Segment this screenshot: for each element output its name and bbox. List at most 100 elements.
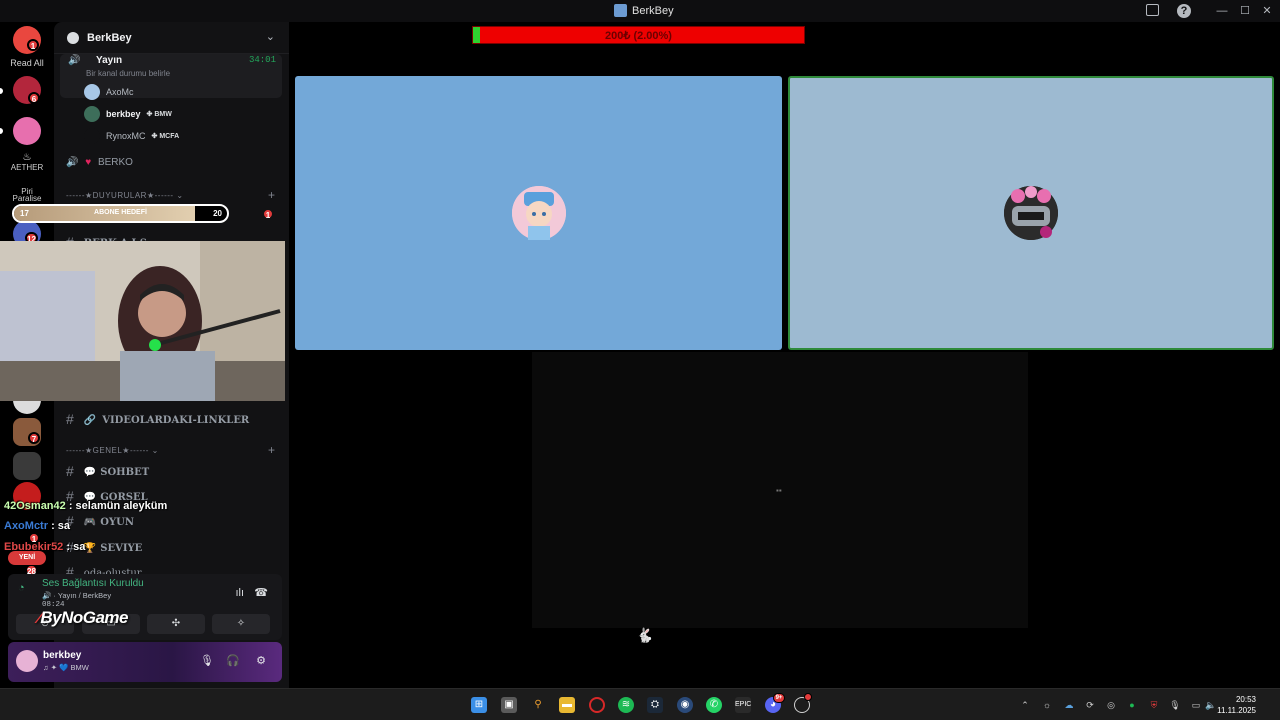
read-all-link[interactable]: Read All <box>6 58 48 68</box>
heart-icon: ♥ <box>85 157 92 168</box>
video-tile-berkbey[interactable] <box>788 76 1274 350</box>
server-aether-text: AETHER <box>10 163 44 172</box>
donation-text: 200₺ (2.00%) <box>605 30 672 42</box>
username[interactable]: berkbey <box>43 650 81 661</box>
server-aether-label[interactable]: ♨ AETHER <box>8 152 46 172</box>
donation-goal-bar: 200₺ (2.00%) <box>472 26 805 44</box>
gear-icon[interactable]: ⚙ <box>254 654 268 668</box>
network-app-icon[interactable]: ◎ <box>1105 699 1117 711</box>
signal-icon[interactable]: ◔ <box>18 582 25 594</box>
help-icon[interactable]: ? <box>1177 4 1191 18</box>
voice-member[interactable]: berkbey ✤ BMW <box>84 106 172 122</box>
microphone-icon[interactable]: 🎙 <box>200 654 214 668</box>
gamepad-icon: 🎮 <box>83 517 97 528</box>
server-m-badge: 6 <box>28 92 40 104</box>
user-panel: berkbey ♫ ✦ 💙 BMW 🎙 🎧 ⚙ <box>8 642 282 682</box>
link-icon: 🔗 <box>83 415 97 426</box>
close-icon[interactable]: ✕ <box>1260 4 1274 18</box>
user-status-text: BMW <box>70 663 89 672</box>
epic-games-icon[interactable]: EPIC <box>735 697 751 713</box>
channel-oyun[interactable]: # 🎮 OYUN <box>66 513 134 529</box>
screen: BerkBey ? — ☐ ✕ 1 Read All 6 ♨ AETHER Pi… <box>0 0 1280 720</box>
channel-seviye-label: SEVIYE <box>100 543 143 554</box>
bynogame-text: ByNoGame <box>40 608 128 627</box>
soundboard-button[interactable]: ✧ <box>212 614 270 634</box>
hash-icon: # <box>66 463 74 479</box>
chevron-down-icon[interactable]: ⌄ <box>266 30 275 43</box>
inbox-icon[interactable] <box>1146 4 1159 16</box>
channel-links[interactable]: # 🔗 VIDEOLARDAKI-LINKLER <box>66 411 249 427</box>
sync-icon[interactable]: ⟳ <box>1084 699 1096 711</box>
server-piri-label[interactable]: Piri Paralise <box>8 188 46 203</box>
guild-header[interactable]: BerkBey ⌄ <box>54 22 289 54</box>
category-genel-label: ------★GENEL★------ <box>66 446 149 455</box>
maximize-icon[interactable]: ☐ <box>1238 4 1252 18</box>
server-berkbey-icon[interactable] <box>13 117 41 145</box>
headphones-icon[interactable]: 🎧 <box>226 654 240 668</box>
task-view-icon[interactable]: ▣ <box>501 697 517 713</box>
category-genel[interactable]: ------★GENEL★------ ⌄ <box>66 446 159 455</box>
cloud-icon[interactable]: ☁ <box>1063 699 1075 711</box>
webcam-overlay <box>0 241 285 401</box>
voice-channel-name: Yayın <box>96 55 123 66</box>
spotify-icon[interactable]: ≋ <box>618 697 634 713</box>
voice-status[interactable]: Ses Bağlantısı Kuruldu <box>42 578 144 589</box>
obs-icon[interactable]: ◉ <box>677 697 693 713</box>
app-icon <box>614 4 627 17</box>
avatar <box>84 84 100 100</box>
noise-suppression-icon[interactable]: ılı <box>235 587 244 599</box>
add-channel-icon[interactable]: + <box>268 443 275 457</box>
goal-label: ABONE HEDEFİ <box>94 209 147 216</box>
search-icon[interactable]: ⚲ <box>530 697 546 713</box>
shield-icon[interactable]: ⛨ <box>1148 699 1160 711</box>
home-badge: 1 <box>27 39 39 51</box>
member-tag-text: BMW <box>154 111 172 118</box>
stream-icon: ▪▪ <box>776 486 782 495</box>
avatar[interactable] <box>16 650 38 672</box>
member-tag: ✤ BMW <box>146 111 172 118</box>
window-title-bar: BerkBey ? — ☐ ✕ <box>0 0 1280 22</box>
add-channel-icon[interactable]: + <box>268 188 275 202</box>
disconnect-icon[interactable]: ☎ <box>254 586 268 599</box>
brightness-icon[interactable]: ☼ <box>1041 699 1053 711</box>
chat-text: sa <box>73 541 86 553</box>
category-duyurular[interactable]: ------★DUYURULAR★------ ⌄ <box>66 191 184 200</box>
start-icon[interactable]: ⊞ <box>471 697 487 713</box>
chat-user: 42Osman42 <box>4 500 66 512</box>
avatar-image <box>511 186 566 240</box>
user-status[interactable]: ♫ ✦ 💙 BMW <box>43 663 89 672</box>
channel-sohbet[interactable]: # 💬 SOHBET <box>66 463 149 479</box>
speaker-icon: 🔊 <box>68 55 81 66</box>
avatar <box>84 128 100 144</box>
whatsapp-icon[interactable]: ✆ <box>706 697 722 713</box>
clock[interactable]: 20:53 11.11.2025 <box>1217 694 1256 716</box>
file-explorer-icon[interactable]: ▬ <box>559 697 575 713</box>
minimize-icon[interactable]: — <box>1215 4 1229 18</box>
speaker-icon: 🔊 <box>66 157 79 168</box>
channel-status-hint[interactable]: Bir kanal durumu belirle <box>86 69 170 78</box>
channel-badge: 1 <box>262 208 274 220</box>
clock-date: 11.11.2025 <box>1217 706 1256 715</box>
voice-member[interactable]: AxoMc <box>84 84 134 100</box>
trophy-icon: 🏆 <box>83 543 97 554</box>
voice-channel-info[interactable]: 🔊 · Yayın / BerkBey <box>42 591 111 600</box>
microphone-tray-icon[interactable]: 🎙 <box>1169 699 1181 711</box>
spotify-tray-icon[interactable]: ● <box>1126 699 1138 711</box>
video-tile-axomc[interactable] <box>295 76 782 350</box>
activities-button[interactable]: ✣ <box>147 614 205 634</box>
voice-duration: 34:01 <box>248 55 276 65</box>
voice-channel-path: Yayın / BerkBey <box>57 591 112 600</box>
monitor-icon[interactable]: ▭ <box>1190 699 1202 711</box>
steam-icon[interactable]: ⛭ <box>647 697 663 713</box>
member-name: AxoMc <box>106 87 134 97</box>
webcam-feed <box>0 241 285 401</box>
fire-icon: ♨ <box>22 152 32 163</box>
opera-icon[interactable] <box>589 697 605 713</box>
chevron-up-icon[interactable]: ⌃ <box>1019 699 1031 711</box>
server-voice-icon[interactable] <box>13 452 41 480</box>
volume-icon[interactable]: 🔈 <box>1205 699 1217 711</box>
voice-channel-berko[interactable]: 🔊 ♥ BERKO <box>66 157 133 168</box>
voice-member[interactable]: RynoxMC ✤ MCFA <box>84 128 179 144</box>
unread-pill <box>0 128 3 134</box>
chat-text: sa <box>57 520 71 532</box>
